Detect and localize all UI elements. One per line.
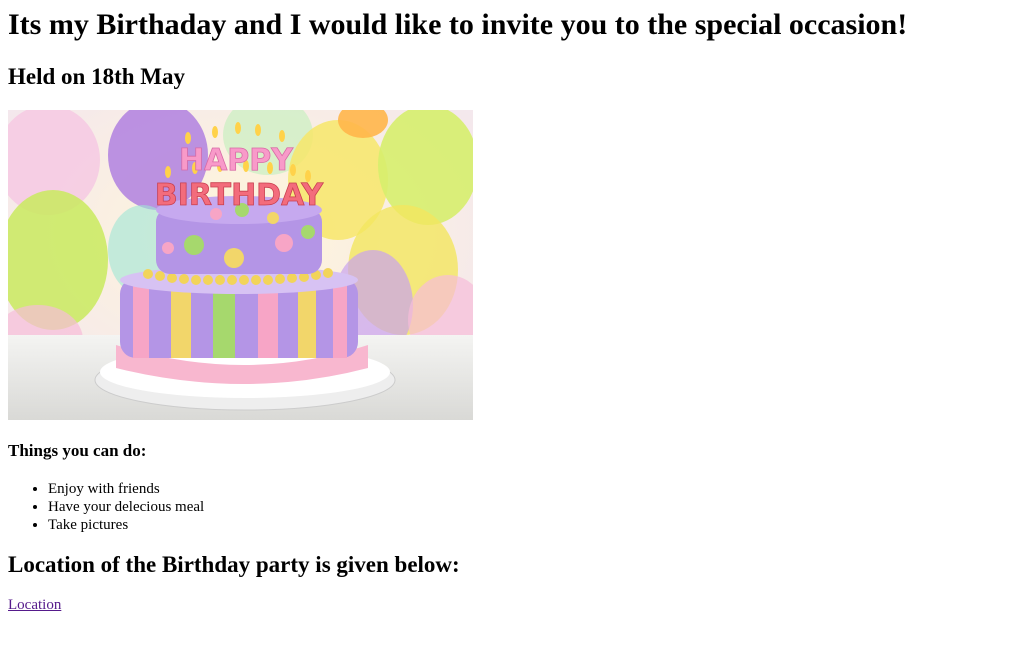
page-content: Its my Birthaday and I would like to inv… [0, 8, 1010, 614]
things-list: Enjoy with friends Have your delecious m… [8, 480, 1002, 534]
page-title: Its my Birthaday and I would like to inv… [8, 8, 908, 41]
location-heading: Location of the Birthday party is given … [8, 552, 460, 577]
birthday-cake-image: HAPPY BIRTHDAY [8, 110, 473, 420]
things-heading: Things you can do: [8, 441, 147, 460]
location-link[interactable]: Location [8, 597, 61, 614]
list-item: Enjoy with friends [48, 480, 1002, 498]
birthday-topper-text: BIRTHDAY [155, 178, 325, 213]
list-item: Have your delecious meal [48, 498, 1002, 516]
list-item: Take pictures [48, 516, 1002, 534]
happy-topper-text: HAPPY [179, 143, 294, 178]
date-heading: Held on 18th May [8, 64, 185, 89]
